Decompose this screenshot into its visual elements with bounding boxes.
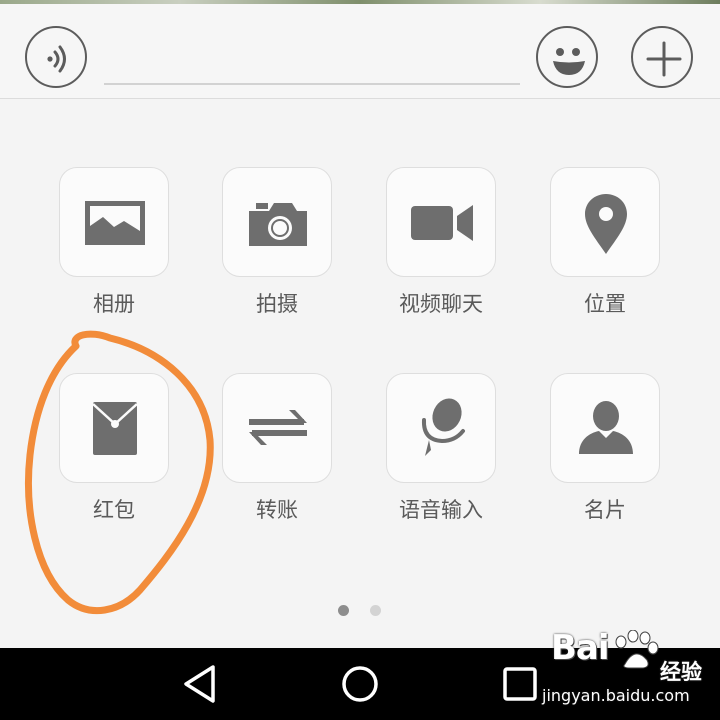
transfer-arrows-icon [249, 410, 307, 445]
voice-icon [47, 45, 66, 73]
smiley-icon [553, 48, 585, 75]
app-label: 语音输入 [399, 498, 483, 522]
page-indicator-dot-active [338, 605, 349, 616]
app-tile-video-chat[interactable] [386, 167, 496, 277]
watermark-brand-suffix: 经验 [660, 660, 702, 684]
app-label: 转账 [256, 498, 298, 522]
app-tile-transfer[interactable] [222, 373, 332, 483]
more-functions-button[interactable] [631, 26, 693, 88]
app-label: 拍摄 [256, 292, 298, 316]
red-envelope-icon [92, 402, 138, 455]
app-tile-contact-card[interactable] [550, 373, 660, 483]
message-input[interactable] [104, 83, 520, 85]
image-icon [85, 201, 145, 245]
app-label: 名片 [584, 498, 626, 522]
app-label: 位置 [584, 292, 626, 316]
plus-icon [646, 41, 682, 77]
app-label: 红包 [93, 498, 135, 522]
app-tile-voice-input[interactable] [386, 373, 496, 483]
emoji-button[interactable] [536, 26, 598, 88]
app-label: 相册 [93, 292, 135, 316]
home-icon[interactable] [338, 662, 382, 706]
contact-card-icon [579, 401, 633, 454]
camera-icon [249, 203, 307, 246]
microphone-icon [421, 398, 465, 456]
voice-toggle-button[interactable] [25, 26, 87, 88]
watermark-brand: Bai [551, 628, 610, 668]
location-pin-icon [585, 194, 627, 254]
page-indicator-dot [370, 605, 381, 616]
video-camera-icon [411, 205, 473, 241]
app-tile-camera[interactable] [222, 167, 332, 277]
app-tile-album[interactable] [59, 167, 169, 277]
paw-logo-icon [615, 630, 659, 669]
app-tile-location[interactable] [550, 167, 660, 277]
app-label: 视频聊天 [399, 292, 483, 316]
app-tile-red-envelope[interactable] [59, 373, 169, 483]
back-icon[interactable] [180, 662, 220, 706]
recent-apps-icon[interactable] [500, 664, 540, 704]
watermark-url: jingyan.baidu.com [542, 686, 690, 705]
chat-input-bar [0, 4, 720, 99]
